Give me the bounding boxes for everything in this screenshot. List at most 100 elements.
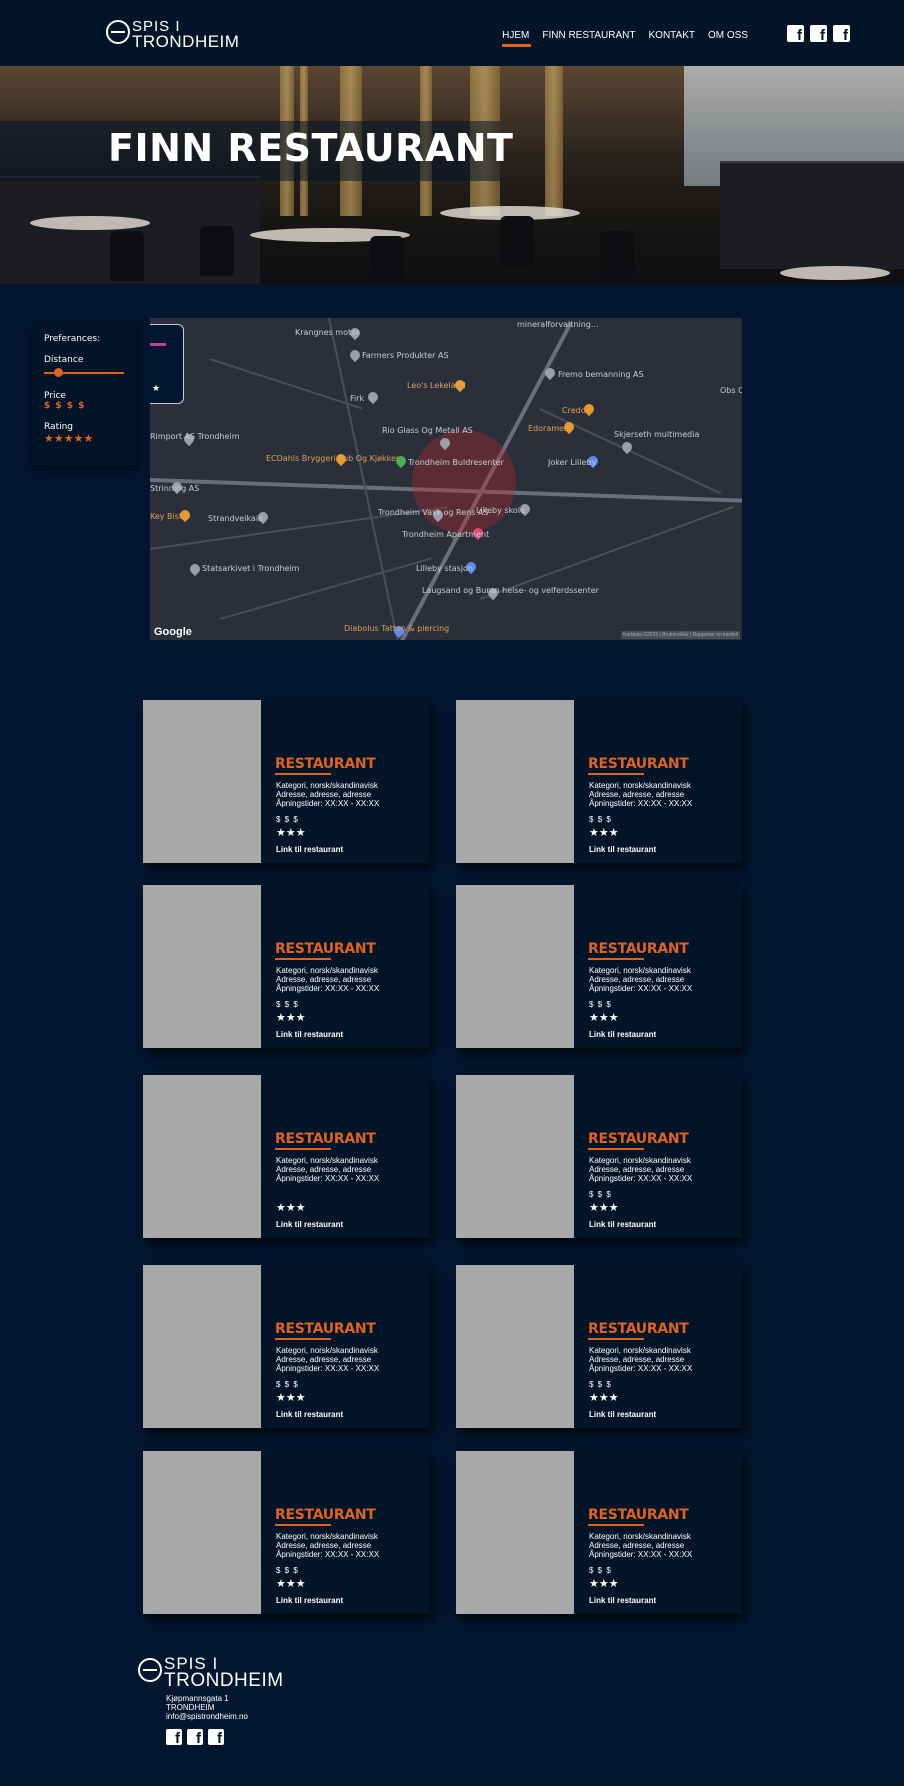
restaurant-hours: Åpningstider: XX:XX - XX:XX — [589, 984, 693, 993]
nav-item-finn-restaurant[interactable]: FINN RESTAURANT — [542, 30, 635, 41]
map-poi[interactable]: Obs Ci — [720, 386, 742, 395]
facebook-icon[interactable] — [787, 25, 804, 44]
map-pin-icon[interactable] — [187, 561, 203, 577]
map-poi[interactable]: Trondheim Vask og Rens AS — [378, 508, 488, 517]
map-pin-icon[interactable] — [365, 389, 381, 405]
restaurant-hours: Åpningstider: XX:XX - XX:XX — [276, 984, 380, 993]
map-poi[interactable]: Joker Lilleby — [548, 458, 596, 467]
map-road — [328, 318, 399, 640]
map-poi[interactable]: Lilleby stasjon — [416, 564, 473, 573]
map-poi[interactable]: Credo — [562, 406, 586, 415]
restaurant-link[interactable]: Link til restaurant — [589, 1030, 656, 1039]
nav-item-kontakt[interactable]: KONTAKT — [649, 30, 695, 41]
restaurant-link[interactable]: Link til restaurant — [276, 1410, 343, 1419]
nav-item-hjem[interactable]: HJEM — [502, 30, 532, 47]
restaurant-address: Adresse, adresse, adresse — [276, 1165, 372, 1174]
restaurant-hours: Åpningstider: XX:XX - XX:XX — [276, 799, 380, 808]
map-poi[interactable]: Farmers Produkter AS — [362, 351, 449, 360]
map-poi[interactable]: Rimport AS Trondheim — [150, 432, 239, 441]
restaurant-info: Kategori, norsk/skandinavisk Adresse, ad… — [589, 1532, 692, 1559]
restaurant-link[interactable]: Link til restaurant — [276, 1220, 343, 1229]
restaurant-card[interactable]: RESTAURANT Kategori, norsk/skandinavisk … — [143, 700, 429, 863]
hero-chair — [600, 231, 634, 281]
restaurant-image — [456, 1265, 574, 1428]
restaurant-rating: ★★★ — [589, 1578, 619, 1590]
restaurant-address: Adresse, adresse, adresse — [276, 1355, 372, 1364]
facebook-icon[interactable] — [208, 1729, 224, 1747]
rating-filter[interactable]: ★★★★★ — [44, 432, 124, 445]
restaurant-card[interactable]: RESTAURANT Kategori, norsk/skandinavisk … — [456, 885, 742, 1048]
hero-table — [30, 216, 150, 230]
restaurant-rating: ★★★ — [589, 1012, 619, 1024]
map-poi[interactable]: Edoramen — [528, 424, 569, 433]
map-poi[interactable]: Statsarkivet i Trondheim — [202, 564, 299, 573]
map-poi[interactable]: Skjerseth multimedia — [614, 430, 699, 439]
map-poi[interactable]: Diabolus Tattoo & piercing — [344, 624, 449, 633]
map-poi[interactable]: Rio Glass Og Metall AS — [382, 426, 473, 435]
map-info-card[interactable]: ★ — [150, 324, 184, 404]
map-poi[interactable]: Firk — [350, 394, 364, 403]
map-poi[interactable]: Strinning AS — [150, 484, 199, 493]
map-poi[interactable]: Strandveikaia — [208, 514, 263, 523]
hero-chair — [500, 216, 534, 266]
restaurant-link[interactable]: Link til restaurant — [276, 1596, 343, 1605]
header-social — [787, 25, 850, 44]
footer-email[interactable]: info@spistrondheim.no — [166, 1712, 248, 1721]
restaurant-card[interactable]: RESTAURANT Kategori, norsk/skandinavisk … — [456, 1265, 742, 1428]
restaurant-link[interactable]: Link til restaurant — [276, 1030, 343, 1039]
restaurant-hours: Åpningstider: XX:XX - XX:XX — [276, 1174, 380, 1183]
site-logo[interactable]: SPIS I TRONDHEIM — [106, 18, 239, 51]
distance-slider[interactable] — [44, 368, 124, 378]
star-icon: ★ — [152, 383, 161, 393]
map-poi[interactable]: Trondheim Apartment — [402, 530, 489, 539]
facebook-icon[interactable] — [810, 25, 827, 44]
restaurant-card[interactable]: RESTAURANT Kategori, norsk/skandinavisk … — [456, 1075, 742, 1238]
map-poi[interactable]: Leo's Lekeland — [407, 381, 466, 390]
restaurant-card[interactable]: RESTAURANT Kategori, norsk/skandinavisk … — [143, 885, 429, 1048]
restaurant-rating: ★★★ — [276, 1392, 306, 1404]
restaurant-link[interactable]: Link til restaurant — [589, 1596, 656, 1605]
restaurant-link[interactable]: Link til restaurant — [589, 1220, 656, 1229]
price-label: Price — [44, 391, 66, 401]
restaurant-name: RESTAURANT — [588, 941, 689, 957]
restaurant-map[interactable]: ★ Krangnes motor mineralforvaltning... F… — [150, 318, 742, 640]
slider-knob[interactable] — [53, 368, 63, 377]
hero-chair — [110, 231, 144, 281]
map-poi[interactable]: Krangnes motor — [295, 328, 359, 337]
restaurant-category: Kategori, norsk/skandinavisk — [589, 781, 691, 790]
restaurant-card[interactable]: RESTAURANT Kategori, norsk/skandinavisk … — [143, 1451, 429, 1614]
restaurant-image — [456, 885, 574, 1048]
restaurant-card[interactable]: RESTAURANT Kategori, norsk/skandinavisk … — [143, 1265, 429, 1428]
map-pin-icon[interactable] — [347, 347, 363, 363]
restaurant-info: Kategori, norsk/skandinavisk Adresse, ad… — [276, 966, 379, 993]
map-poi[interactable]: Fremo bemanning AS — [558, 370, 644, 379]
map-poi[interactable]: Key Bistro — [150, 512, 190, 521]
site-header: SPIS I TRONDHEIM HJEM FINN RESTAURANT KO… — [0, 0, 904, 66]
map-poi[interactable]: mineralforvaltning... — [517, 320, 599, 329]
facebook-icon[interactable] — [187, 1729, 203, 1747]
distance-label: Distance — [44, 355, 84, 365]
restaurant-category: Kategori, norsk/skandinavisk — [276, 1156, 378, 1165]
restaurant-link[interactable]: Link til restaurant — [589, 1410, 656, 1419]
facebook-icon[interactable] — [166, 1729, 182, 1747]
restaurant-name: RESTAURANT — [588, 1131, 689, 1147]
nav-item-om-oss[interactable]: OM OSS — [708, 30, 748, 41]
map-copyright[interactable]: Kartdata ©2022 | Brukervilkår | Rapporte… — [621, 631, 740, 639]
restaurant-info: Kategori, norsk/skandinavisk Adresse, ad… — [276, 781, 379, 808]
price-filter[interactable]: $ $ $ $ — [44, 401, 124, 411]
map-poi[interactable]: Trondheim Buldresenter — [408, 458, 504, 467]
footer-social — [166, 1729, 224, 1747]
restaurant-card[interactable]: RESTAURANT Kategori, norsk/skandinavisk … — [456, 700, 742, 863]
restaurant-rating: ★★★ — [589, 1392, 619, 1404]
footer-logo[interactable]: SPIS I TRONDHEIM — [138, 1654, 288, 1691]
restaurant-link[interactable]: Link til restaurant — [589, 845, 656, 854]
map-poi[interactable]: ECDahls Bryggeri Pub Og Kjøkken — [266, 454, 401, 463]
map-poi[interactable]: Laugsand og Buran helse- og velferdssent… — [422, 586, 599, 595]
restaurant-category: Kategori, norsk/skandinavisk — [276, 1532, 378, 1541]
restaurant-hours: Åpningstider: XX:XX - XX:XX — [589, 799, 693, 808]
restaurant-link[interactable]: Link til restaurant — [276, 845, 343, 854]
name-underline — [275, 1148, 331, 1150]
facebook-icon[interactable] — [833, 25, 850, 44]
restaurant-card[interactable]: RESTAURANT Kategori, norsk/skandinavisk … — [143, 1075, 429, 1238]
restaurant-card[interactable]: RESTAURANT Kategori, norsk/skandinavisk … — [456, 1451, 742, 1614]
